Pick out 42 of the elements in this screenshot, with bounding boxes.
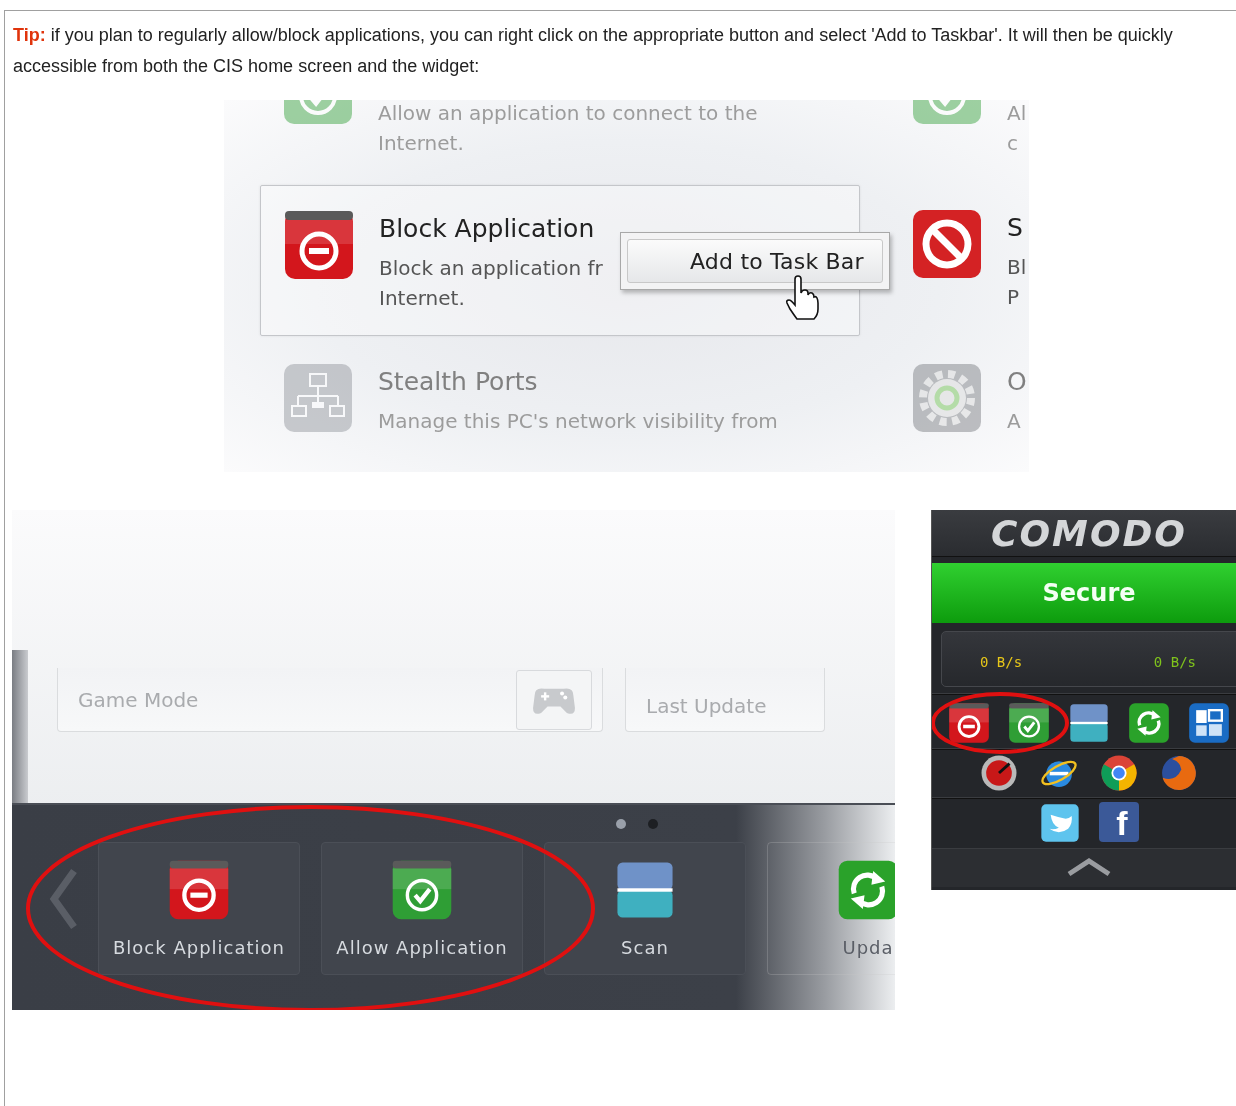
refresh-icon: [837, 859, 895, 921]
no-entry-icon[interactable]: [283, 209, 355, 281]
scan-icon: [614, 859, 676, 921]
speed-reading: 0 B/s: [980, 654, 1023, 670]
check-icon: [391, 859, 453, 921]
task-title[interactable]: Block Application: [379, 209, 603, 253]
bird-icon[interactable]: [1039, 802, 1081, 844]
prohibited-icon[interactable]: [911, 208, 983, 280]
tile-label: Last Update: [646, 693, 767, 718]
page-dot[interactable]: [648, 819, 658, 829]
task-title[interactable]: O: [1007, 362, 1027, 406]
page-dot[interactable]: [616, 819, 626, 829]
no-entry-icon: [168, 859, 230, 921]
task-description: P: [1007, 284, 1021, 311]
task-title[interactable]: Stealth Ports: [378, 362, 778, 406]
tip-paragraph: Tip: if you plan to regularly allow/block applications, you can right click on the appropriate button and select 'Add to Taskbar'. It will then be quickly accessible from both the CIS home screen and the widget:: [12, 24, 1174, 78]
task-description: Allow an application to connect to the: [378, 100, 758, 127]
toggle-button[interactable]: [516, 669, 592, 730]
task-tile[interactable]: Allow Application: [321, 842, 523, 975]
letter-icon[interactable]: f: [1099, 802, 1139, 842]
task-description: Al: [1007, 100, 1027, 127]
task-description: Internet.: [378, 130, 465, 157]
task-tile[interactable]: Scan: [544, 842, 746, 975]
logo-text: COMODO: [932, 510, 1236, 557]
refresh-icon[interactable]: [1128, 702, 1170, 744]
status-bar: Secure: [932, 563, 1236, 623]
tile-label: Game Mode: [78, 687, 199, 712]
chevron-up-icon[interactable]: [1066, 857, 1112, 877]
task-tile[interactable]: Block Application: [98, 842, 300, 975]
speed-reading: 0 B/s: [1153, 654, 1196, 670]
task-description: Internet.: [379, 285, 466, 312]
task-description: Manage this PC's network visibility from: [378, 408, 778, 435]
task-description: Block an application fr: [379, 255, 603, 282]
check-icon[interactable]: [1008, 702, 1050, 744]
task-description: A: [1007, 408, 1022, 435]
scan-icon[interactable]: [1068, 702, 1110, 744]
menu-item[interactable]: Add to Task Bar: [627, 239, 883, 283]
task-title[interactable]: S: [1007, 208, 1027, 252]
task-description: c: [1007, 130, 1019, 157]
task-description: Bl: [1007, 254, 1027, 281]
no-entry-icon[interactable]: [948, 702, 990, 744]
tiles-icon[interactable]: [1188, 702, 1230, 744]
